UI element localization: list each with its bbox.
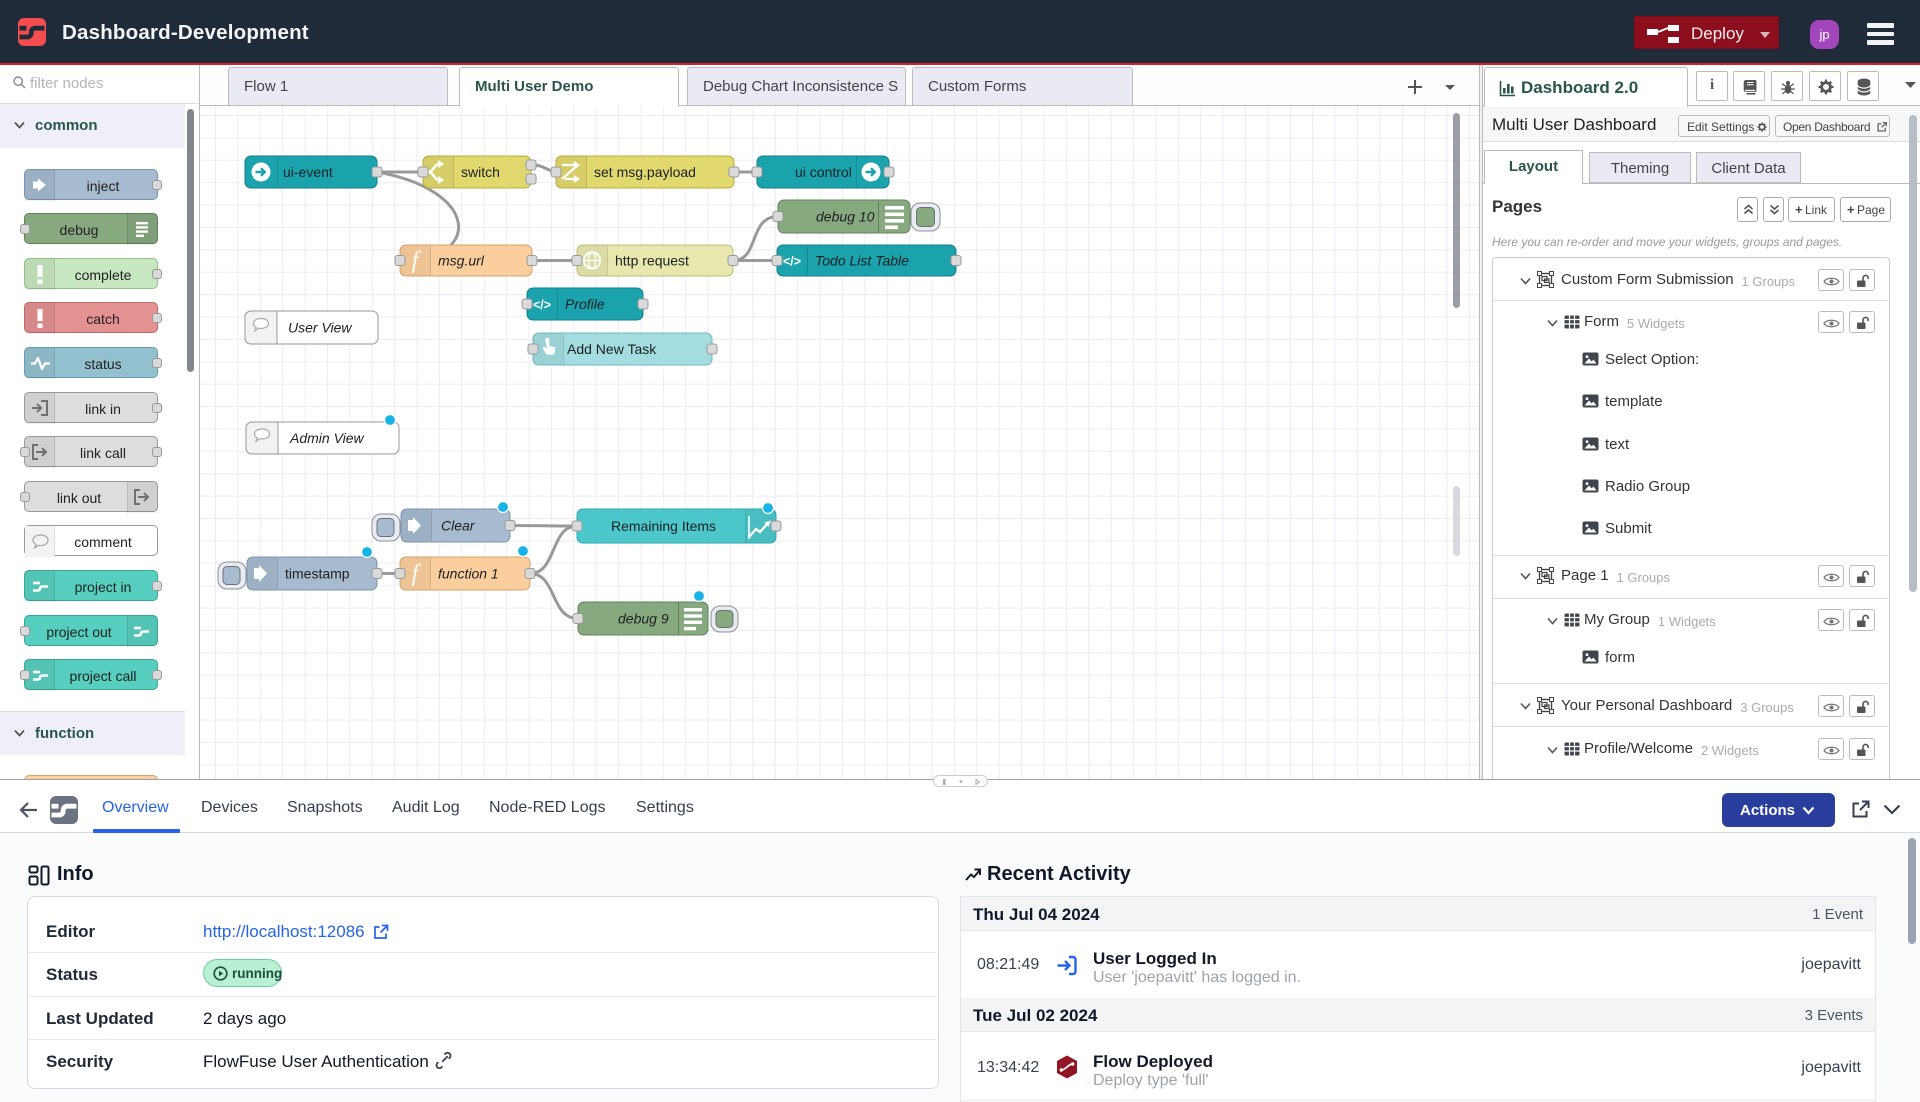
svg-text:http request: http request [615,253,689,269]
svg-text:Todo List Table: Todo List Table [815,253,909,269]
svg-text:Clear: Clear [441,518,476,534]
svg-text:ui-event: ui-event [283,164,333,180]
svg-text:Admin View: Admin View [289,430,365,446]
svg-text:msg.url: msg.url [438,253,485,269]
svg-text:</>: </> [783,255,801,269]
svg-text:switch: switch [461,164,500,180]
svg-text:Add New Task: Add New Task [567,341,657,357]
svg-text:timestamp: timestamp [285,566,350,582]
svg-text:ui control: ui control [795,164,852,180]
svg-text:Profile: Profile [565,296,605,312]
svg-text:debug 9: debug 9 [618,611,669,627]
svg-text:Remaining Items: Remaining Items [611,518,716,534]
svg-text:</>: </> [533,298,551,312]
svg-text:User View: User View [288,320,352,336]
svg-text:function 1: function 1 [438,566,499,582]
svg-text:set msg.payload: set msg.payload [594,164,696,180]
svg-text:debug 10: debug 10 [816,209,875,225]
